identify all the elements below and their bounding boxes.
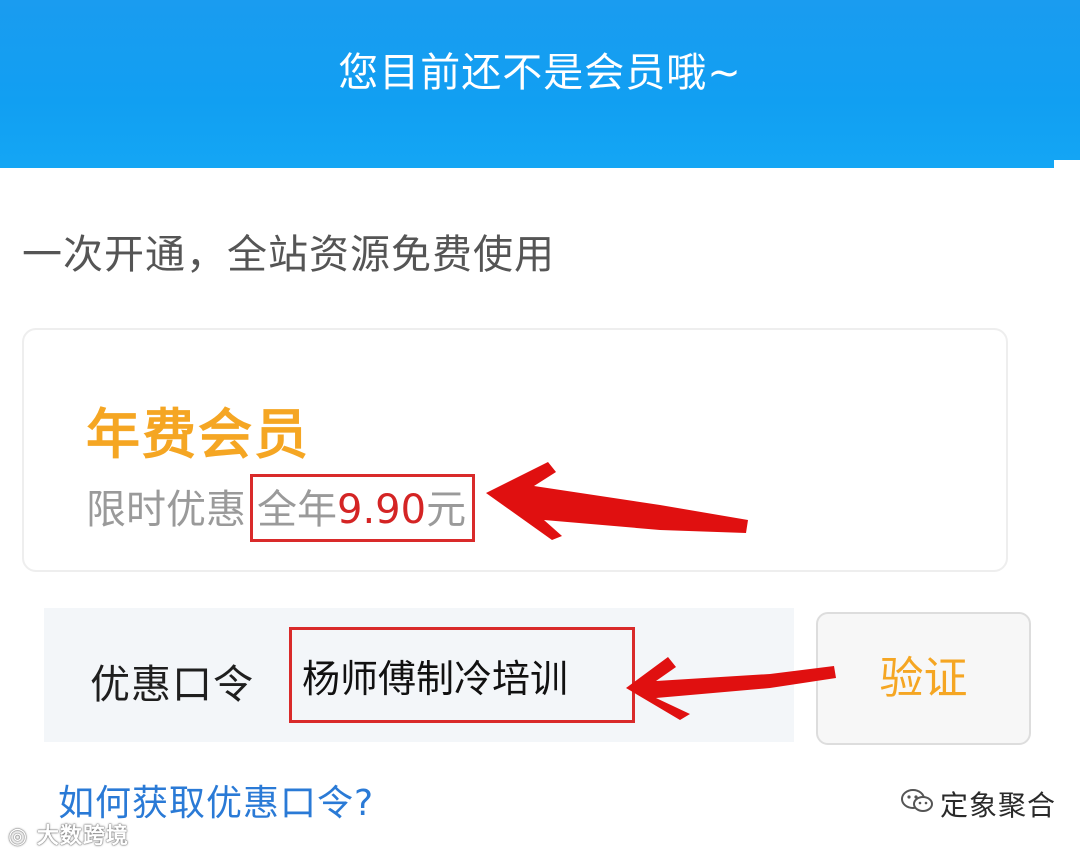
red-arrow-icon xyxy=(486,462,748,540)
red-arrow-icon xyxy=(626,657,836,720)
watermark-right-text: 定象聚合 xyxy=(940,789,1057,822)
weibo-logo-icon: ◎ xyxy=(8,824,29,849)
watermark-left-text: 大数跨境 xyxy=(36,824,129,849)
wechat-icon xyxy=(900,787,934,822)
watermark-left: ◎ 大数跨境 xyxy=(8,818,129,850)
watermark-right: 定象聚合 xyxy=(900,784,1056,824)
annotation-layer xyxy=(486,462,836,720)
